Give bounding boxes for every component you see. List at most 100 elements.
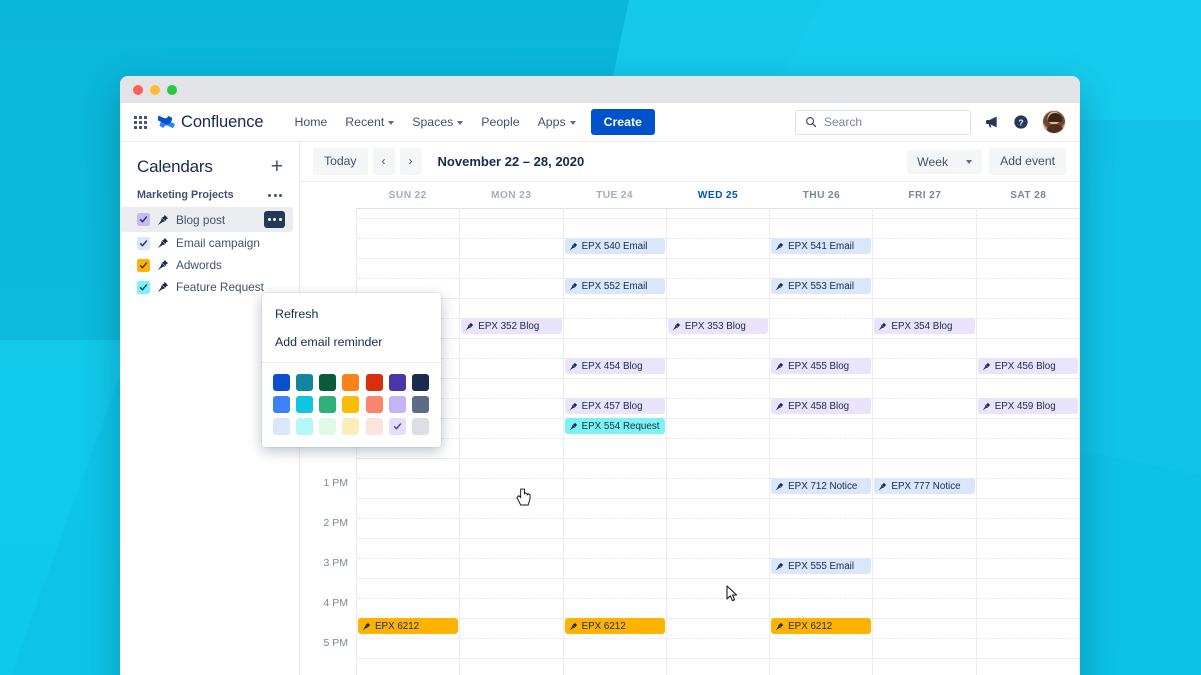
half-hour-gridline: [357, 518, 460, 519]
view-select[interactable]: Week: [907, 149, 983, 174]
day-column-tue[interactable]: EPX 540 Email EPX 552 Email EPX 454 Blog EP…: [562, 208, 666, 675]
half-hour-gridline: [666, 638, 770, 639]
nav-item-apps[interactable]: Apps: [529, 109, 585, 135]
color-swatch[interactable]: [411, 396, 429, 413]
minimize-button[interactable]: [150, 84, 160, 95]
hour-gridline: [873, 578, 976, 579]
calendar-visibility-checkbox[interactable]: [137, 280, 150, 294]
nav-item-people[interactable]: People: [472, 109, 528, 135]
calendar-event[interactable]: EPX 455 Blog: [771, 358, 872, 374]
create-button[interactable]: Create: [590, 109, 655, 135]
calendar-event[interactable]: EPX 554 Request: [564, 418, 665, 434]
calendar-event[interactable]: EPX 777 Notice: [874, 478, 975, 494]
add-event-button[interactable]: Add event: [989, 148, 1066, 175]
color-swatch[interactable]: [296, 374, 314, 391]
day-header-tue: TUE 24: [563, 190, 666, 201]
calendar-event[interactable]: EPX 552 Email: [564, 278, 665, 294]
calendar-event[interactable]: EPX 352 Blog: [461, 318, 562, 334]
color-swatch[interactable]: [319, 374, 337, 391]
color-swatch[interactable]: [273, 396, 290, 413]
color-swatch[interactable]: [342, 396, 360, 413]
calendar-visibility-checkbox[interactable]: [137, 213, 150, 226]
color-swatch[interactable]: [342, 418, 360, 435]
calendar-event[interactable]: EPX 541 Email: [771, 238, 872, 254]
color-swatch[interactable]: [319, 418, 337, 435]
half-hour-gridline: [460, 638, 563, 639]
nav-item-home[interactable]: Home: [285, 109, 336, 135]
calendar-event[interactable]: EPX 6212: [564, 618, 665, 634]
calendar-item-email-campaign[interactable]: Email campaign: [120, 232, 293, 254]
app-switcher-icon[interactable]: [132, 114, 149, 131]
calendar-item-menu-button[interactable]: [264, 211, 285, 228]
calendar-event[interactable]: EPX 354 Blog: [874, 318, 975, 334]
hour-gridline: [666, 298, 770, 299]
calendar-event[interactable]: EPX 712 Notice: [771, 478, 872, 494]
day-column-fri[interactable]: EPX 354 Blog EPX 777 Notice: [872, 208, 976, 675]
color-swatch[interactable]: [365, 418, 383, 435]
color-swatch[interactable]: [342, 374, 360, 391]
calendar-item-blog-post[interactable]: Blog post: [120, 207, 293, 232]
pushpin-icon: [775, 562, 784, 570]
color-swatch[interactable]: [388, 418, 406, 435]
calendar-event-title: EPX 457 Blog: [581, 400, 643, 412]
day-column-sat[interactable]: EPX 456 Blog EPX 459 Blog: [975, 208, 1080, 675]
day-column-mon[interactable]: EPX 352 Blog: [459, 208, 563, 675]
day-column-wed[interactable]: EPX 353 Blog: [665, 208, 770, 675]
today-button[interactable]: Today: [313, 148, 368, 175]
menu-item-refresh[interactable]: Refresh: [262, 300, 441, 328]
calendar-item-label: Email campaign: [176, 236, 260, 250]
color-swatch[interactable]: [411, 374, 429, 391]
calendar-visibility-checkbox[interactable]: [137, 236, 150, 250]
calendar-event[interactable]: EPX 6212: [358, 618, 459, 634]
color-swatch[interactable]: [365, 396, 383, 413]
close-button[interactable]: [133, 84, 143, 95]
calendar-event[interactable]: EPX 457 Blog: [564, 398, 665, 414]
calendar-event[interactable]: EPX 454 Blog: [564, 358, 665, 374]
day-column-thu[interactable]: EPX 541 Email EPX 553 Email EPX 455 Blog EP…: [769, 208, 873, 675]
calendar-event[interactable]: EPX 458 Blog: [771, 398, 872, 414]
calendar-event[interactable]: EPX 555 Email: [771, 558, 872, 574]
half-hour-gridline: [666, 598, 770, 599]
calendar-visibility-checkbox[interactable]: [137, 258, 150, 272]
next-week-button[interactable]: ›: [399, 148, 422, 175]
previous-week-button[interactable]: ‹: [372, 148, 395, 175]
half-hour-gridline: [357, 638, 460, 639]
hour-gridline: [770, 258, 873, 259]
brand-name: Confluence: [181, 112, 264, 131]
plus-icon[interactable]: +: [271, 156, 283, 177]
more-horizontal-icon[interactable]: [268, 193, 282, 197]
color-swatch[interactable]: [296, 396, 314, 413]
hour-gridline: [460, 258, 563, 259]
zoom-button[interactable]: [167, 84, 177, 95]
search-input[interactable]: Search: [795, 109, 971, 135]
color-swatch[interactable]: [273, 418, 290, 435]
half-hour-gridline: [357, 558, 460, 559]
pushpin-icon: [775, 622, 784, 630]
avatar[interactable]: [1042, 110, 1066, 134]
calendar-item-adwords[interactable]: Adwords: [120, 254, 293, 276]
color-swatch[interactable]: [319, 396, 337, 413]
color-swatch[interactable]: [273, 374, 290, 391]
hour-gridline: [563, 578, 666, 579]
confluence-brand[interactable]: Confluence: [158, 112, 264, 132]
calendar-event[interactable]: EPX 456 Blog: [977, 358, 1078, 374]
calendar-event[interactable]: EPX 553 Email: [771, 278, 872, 294]
color-swatch[interactable]: [365, 374, 383, 391]
calendar-event[interactable]: EPX 459 Blog: [977, 398, 1078, 414]
hour-gridline: [666, 218, 770, 219]
calendar-event[interactable]: EPX 540 Email: [564, 238, 665, 254]
color-swatch[interactable]: [388, 374, 406, 391]
day-headers: SUN 22 MON 23 TUE 24 WED 25 THU 26 FRI 27 SAT 28: [300, 182, 1080, 208]
calendar-event[interactable]: EPX 353 Blog: [667, 318, 769, 334]
nav-item-recent[interactable]: Recent: [336, 109, 403, 135]
hour-gridline: [976, 458, 1079, 459]
calendar-event[interactable]: EPX 6212: [771, 618, 872, 634]
color-swatch[interactable]: [296, 418, 314, 435]
color-swatch[interactable]: [411, 418, 429, 435]
nav-item-spaces[interactable]: Spaces: [403, 109, 472, 135]
color-swatch[interactable]: [388, 396, 406, 413]
help-icon[interactable]: ?: [1013, 114, 1029, 130]
hour-gridline: [357, 538, 460, 539]
megaphone-icon[interactable]: [984, 114, 1000, 130]
menu-item-add-email-reminder[interactable]: Add email reminder: [262, 328, 441, 356]
